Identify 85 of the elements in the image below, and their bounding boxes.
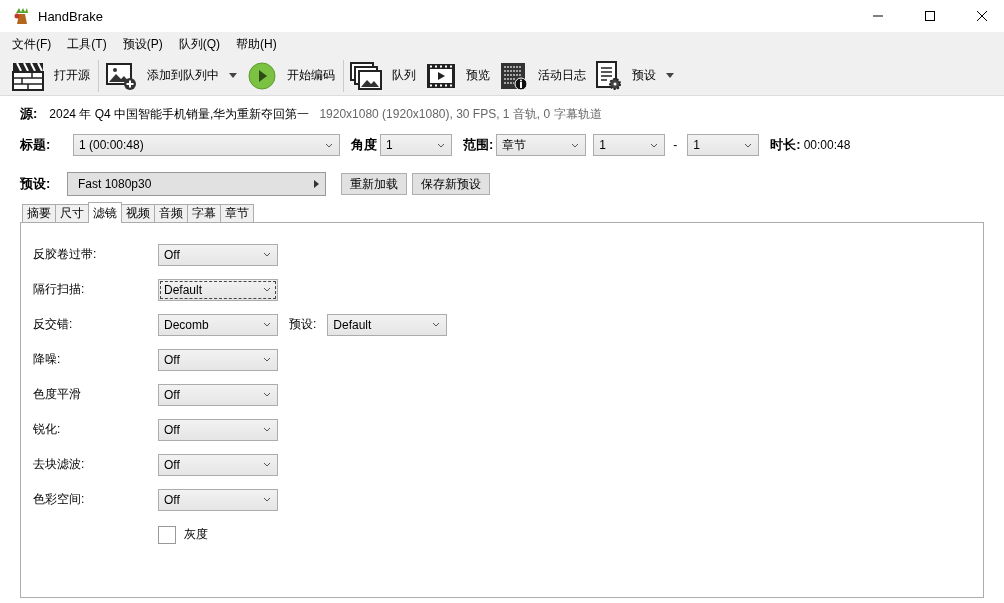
tab[interactable]: 字幕 [187, 204, 221, 222]
menu-item[interactable]: 帮助(H) [228, 33, 285, 55]
chevron-icon [650, 142, 659, 148]
source-info: 1920x1080 (1920x1080), 30 FPS, 1 音轨, 0 字幕轨道 [319, 105, 602, 123]
filter-label: 降噪: [33, 351, 62, 368]
source-label: 源: [20, 105, 38, 123]
tab[interactable]: 尺寸 [55, 204, 89, 222]
angle-dropdown[interactable]: 1 [380, 134, 452, 156]
grayscale-label: 灰度 [184, 526, 208, 543]
preset-dropdown[interactable]: Default [327, 313, 448, 336]
film-icon [426, 61, 456, 90]
filter-dropdown[interactable]: Off [158, 383, 278, 406]
menu-item[interactable]: 工具(T) [59, 33, 115, 55]
title-label: 标题: [20, 136, 52, 154]
maximize-icon [924, 11, 935, 21]
grayscale-checkbox[interactable] [158, 525, 176, 544]
toolbar-button[interactable]: 添加到队列中 [101, 57, 243, 94]
toolbar-button[interactable]: 活动日志 [496, 57, 592, 94]
title-dropdown[interactable]: 1 (00:00:48) [73, 134, 340, 156]
chevron-icon [263, 287, 271, 292]
angle-label: 角度 [351, 136, 377, 154]
filter-label: 色彩空间: [33, 491, 86, 508]
filter-dropdown[interactable]: Off [158, 418, 278, 441]
toolbar-button[interactable]: 预设 [592, 57, 680, 94]
tab[interactable]: 滤镜 [88, 202, 122, 223]
filter-dropdown[interactable]: Decomb [158, 313, 278, 336]
toolbar-button[interactable]: 开始编码 [243, 57, 341, 94]
chevron-icon [263, 357, 271, 362]
filter-dropdown[interactable]: Off [158, 488, 278, 511]
menu-item[interactable]: 队列(Q) [170, 33, 228, 55]
source-name: 2024 年 Q4 中国智能手机销量,华为重新夺回第一 [49, 105, 310, 123]
preset-selector[interactable]: Fast 1080p30 [67, 172, 326, 196]
chevron-icon [571, 142, 580, 148]
range-separator: - [673, 138, 678, 152]
preset-label: 预设: [20, 175, 52, 193]
log-icon [500, 60, 528, 91]
menu-item[interactable]: 预设(P) [114, 33, 171, 55]
chevron-icon [263, 322, 271, 327]
filter-dropdown[interactable]: Off [158, 453, 278, 476]
play-icon [247, 60, 277, 91]
range-label: 范围: [463, 136, 494, 154]
close-icon [976, 11, 987, 21]
chevron-icon [263, 462, 271, 467]
toolbar-button[interactable]: 预览 [422, 57, 496, 94]
duration-label: 时长: [770, 136, 801, 154]
app-logo-icon [13, 7, 31, 25]
filter-dropdown[interactable]: Off [158, 348, 278, 371]
toolbar-button[interactable]: 队列 [346, 57, 422, 94]
filter-label: 色度平滑 [33, 386, 82, 403]
tab[interactable]: 视频 [121, 204, 155, 222]
filter-label: 隔行扫描: [33, 281, 86, 298]
clapperboard-icon [12, 60, 44, 91]
range-end-dropdown[interactable]: 1 [687, 134, 760, 156]
filter-label: 反交错: [33, 316, 74, 333]
tab[interactable]: 摘要 [22, 204, 56, 222]
right-arrow-icon [314, 180, 319, 188]
document-gear-icon [596, 60, 622, 91]
range-start-dropdown[interactable]: 1 [593, 134, 666, 156]
dropdown-arrow-icon [666, 73, 674, 78]
chevron-icon [432, 322, 441, 327]
images-icon [350, 60, 382, 91]
chevron-icon [263, 252, 271, 257]
chevron-icon [263, 427, 271, 432]
tab[interactable]: 音频 [154, 204, 188, 222]
filter-label: 反胶卷过带: [33, 246, 98, 263]
preset-button[interactable]: 重新加载 [341, 173, 407, 195]
toolbar-button[interactable]: 打开源 [8, 57, 96, 94]
range-type-dropdown[interactable]: 章节 [496, 134, 587, 156]
filter-label: 锐化: [33, 421, 62, 438]
chevron-icon [263, 392, 271, 397]
add-image-icon [105, 60, 137, 91]
dropdown-arrow-icon [229, 73, 237, 78]
menu-item[interactable]: 文件(F) [4, 33, 60, 55]
filter-label: 去块滤波: [33, 456, 86, 473]
chevron-icon [263, 497, 271, 502]
preset-button[interactable]: 保存新预设 [412, 173, 490, 195]
filter-dropdown[interactable]: Default [158, 278, 278, 301]
window-title: HandBrake [38, 8, 104, 24]
duration-value: 00:00:48 [803, 138, 851, 152]
preset-label: 预设: [289, 316, 317, 333]
chevron-icon [325, 142, 333, 148]
chevron-icon [744, 142, 753, 148]
chevron-icon [437, 142, 445, 148]
tab[interactable]: 章节 [220, 204, 254, 222]
filter-dropdown[interactable]: Off [158, 243, 278, 266]
